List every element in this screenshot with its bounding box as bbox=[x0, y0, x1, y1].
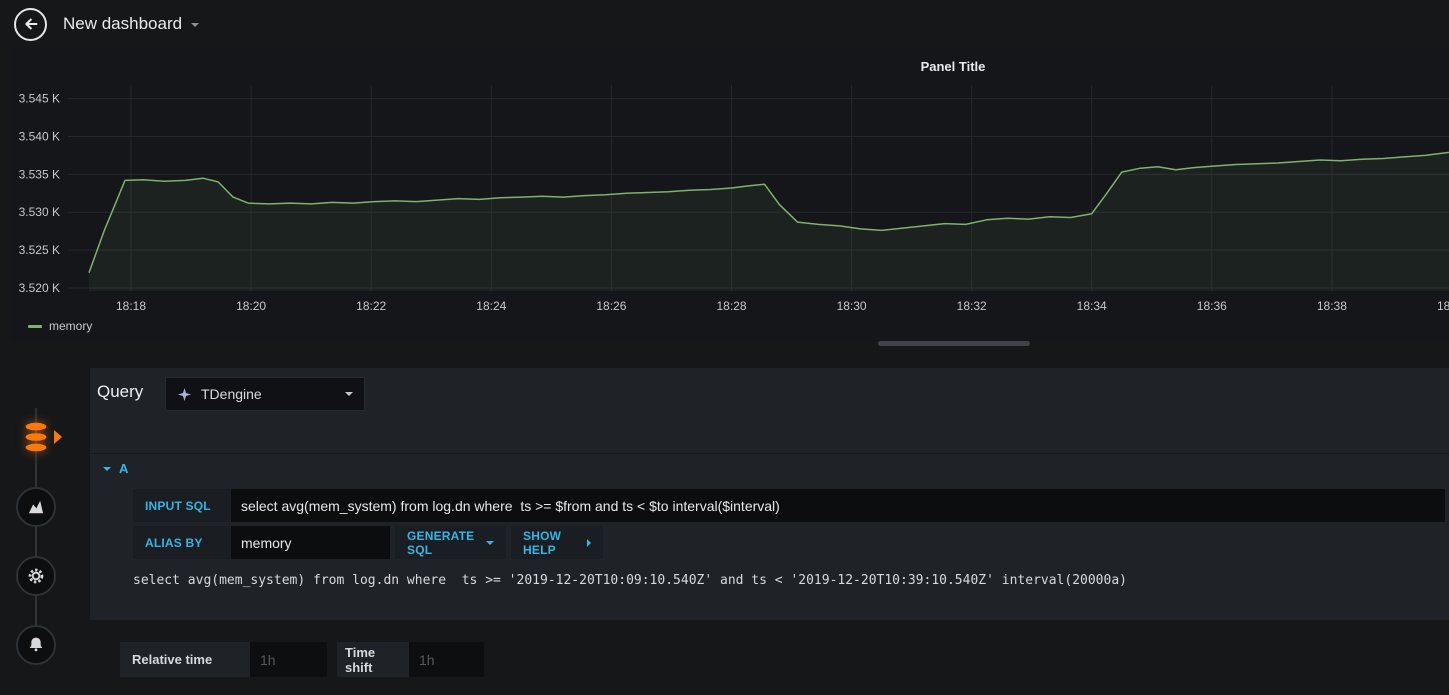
legend-series-label: memory bbox=[49, 319, 93, 333]
svg-text:18:20: 18:20 bbox=[236, 299, 266, 313]
svg-text:3.535 K: 3.535 K bbox=[19, 167, 60, 181]
relative-time-label: Relative time bbox=[120, 642, 250, 677]
svg-text:18:30: 18:30 bbox=[837, 299, 867, 313]
dashboard-title-dropdown[interactable]: New dashboard bbox=[63, 14, 200, 34]
svg-text:18:26: 18:26 bbox=[596, 299, 626, 313]
svg-text:18:38: 18:38 bbox=[1317, 299, 1347, 313]
show-help-label: SHOW HELP bbox=[523, 528, 562, 557]
tdengine-logo-icon bbox=[177, 387, 192, 401]
query-editor-section: Query TDengine A INPUT SQL ALIAS BY GENE… bbox=[90, 368, 1449, 620]
show-help-button[interactable]: SHOW HELP bbox=[511, 526, 603, 559]
query-ref-id: A bbox=[119, 461, 129, 476]
chevron-down-icon bbox=[345, 392, 353, 396]
database-icon bbox=[25, 422, 47, 452]
chevron-right-icon bbox=[587, 538, 591, 547]
legend-series-swatch bbox=[28, 324, 42, 328]
time-shift-label: Time shift bbox=[337, 642, 409, 677]
svg-text:18:36: 18:36 bbox=[1197, 299, 1227, 313]
alias-by-label: ALIAS BY bbox=[133, 526, 230, 559]
datasource-selected-value: TDengine bbox=[201, 386, 262, 402]
time-series-chart: 3.545 K 3.540 K 3.535 K 3.530 K 3.525 K 3.520… bbox=[19, 85, 1449, 313]
tab-general[interactable] bbox=[16, 556, 56, 596]
legend-item-memory[interactable]: memory bbox=[28, 319, 92, 333]
collapse-caret-icon bbox=[103, 466, 111, 471]
generate-sql-label: GENERATE SQL bbox=[407, 528, 475, 557]
generated-sql-text: select avg(mem_system) from log.dn where… bbox=[133, 573, 1127, 588]
generate-sql-button[interactable]: GENERATE SQL bbox=[395, 526, 506, 559]
svg-text:3.545 K: 3.545 K bbox=[19, 92, 60, 106]
tab-alert[interactable] bbox=[16, 625, 56, 665]
svg-text:3.530 K: 3.530 K bbox=[19, 205, 60, 219]
tab-visualization[interactable] bbox=[16, 487, 56, 527]
input-sql-row: INPUT SQL bbox=[90, 489, 1449, 522]
svg-text:18:28: 18:28 bbox=[716, 299, 746, 313]
svg-text:18:40: 18:40 bbox=[1437, 299, 1449, 313]
active-tab-arrow-icon bbox=[54, 430, 62, 444]
bell-icon bbox=[29, 637, 43, 652]
time-options-row: Relative time Time shift bbox=[120, 642, 484, 677]
query-row-collapse-toggle[interactable]: A bbox=[90, 453, 1449, 483]
query-section-title: Query bbox=[97, 382, 144, 401]
gear-icon bbox=[28, 568, 44, 584]
horizontal-scrollbar[interactable] bbox=[878, 341, 1030, 346]
svg-text:3.540 K: 3.540 K bbox=[19, 130, 60, 144]
svg-text:18:34: 18:34 bbox=[1077, 299, 1107, 313]
graph-icon bbox=[28, 500, 44, 514]
back-button[interactable] bbox=[14, 7, 47, 41]
arrow-left-icon bbox=[24, 18, 37, 30]
dashboard-title: New dashboard bbox=[63, 14, 183, 33]
chevron-down-icon bbox=[191, 23, 200, 27]
input-sql-field[interactable] bbox=[231, 489, 1445, 522]
svg-text:18:18: 18:18 bbox=[116, 299, 146, 313]
svg-text:18:22: 18:22 bbox=[356, 299, 386, 313]
datasource-picker[interactable]: TDengine bbox=[165, 377, 365, 411]
alias-by-row: ALIAS BY GENERATE SQL SHOW HELP bbox=[90, 526, 1449, 559]
input-sql-label: INPUT SQL bbox=[133, 489, 230, 522]
chevron-down-icon bbox=[486, 540, 494, 545]
relative-time-field[interactable] bbox=[250, 642, 327, 677]
alias-by-field[interactable] bbox=[231, 526, 390, 559]
top-bar: New dashboard bbox=[0, 0, 1449, 48]
graph-panel: Panel Title 3.545 K 3.540 K 3.535 K 3.530 K… bbox=[10, 48, 1449, 341]
svg-text:18:24: 18:24 bbox=[476, 299, 506, 313]
svg-text:18:32: 18:32 bbox=[957, 299, 987, 313]
time-shift-field[interactable] bbox=[409, 642, 484, 677]
svg-text:3.525 K: 3.525 K bbox=[19, 243, 60, 257]
svg-text:3.520 K: 3.520 K bbox=[19, 281, 60, 295]
tab-queries[interactable] bbox=[16, 417, 56, 457]
